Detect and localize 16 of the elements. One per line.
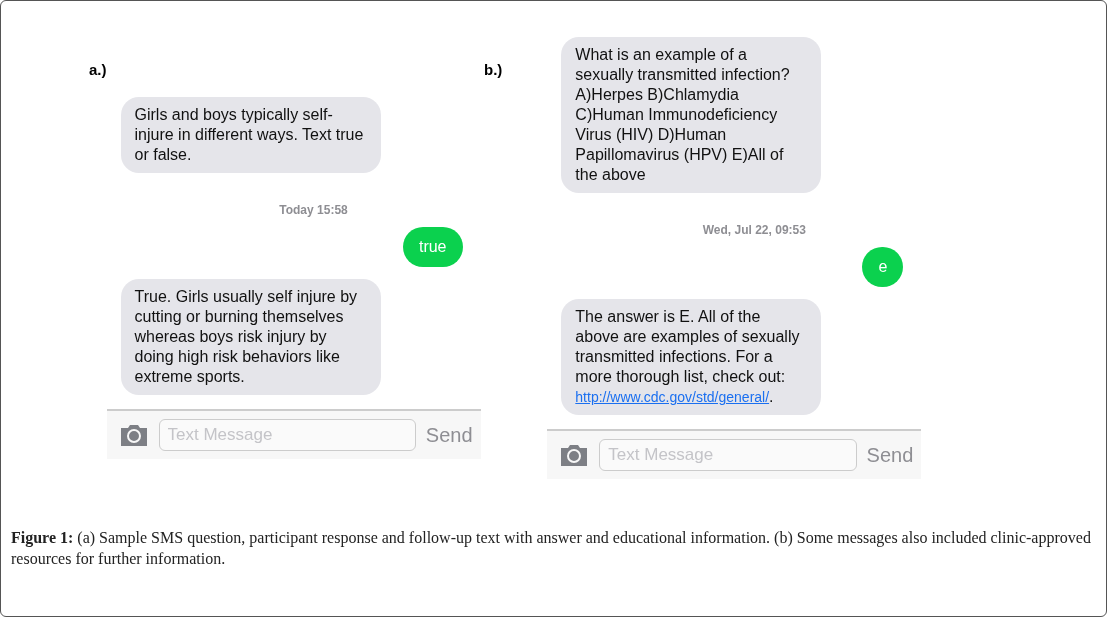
reply-bubble: true <box>402 227 463 267</box>
message-bubble: What is an example of a sexually transmitted infection?A)Herpes B)Chlamydia C)Human Immunodeficiency Virus (HIV) D)Human Papillomavirus (HPV) E)All of the above <box>561 37 822 193</box>
send-button[interactable]: Send <box>425 423 473 447</box>
panel-label: b.) <box>484 61 503 78</box>
timestamp: Today 15:58 <box>279 203 348 217</box>
panel-label: a.) <box>89 61 107 78</box>
camera-icon[interactable] <box>559 443 590 467</box>
message-bubble: The answer is E. All of the above are examples of sexually transmitted infections. For a more thorough list, check out: http://www.cdc.gov/std/general/. <box>561 299 822 415</box>
link[interactable]: http://www.cdc.gov/std/general/ <box>575 389 770 405</box>
send-button[interactable]: Send <box>866 443 914 467</box>
message-bubble: True. Girls usually self injure by cutting or burning themselves whereas boys risk injury by doing high risk behaviors like extreme sports. <box>120 279 381 395</box>
reply-bubble: e <box>862 247 904 287</box>
timestamp: Wed, Jul 22, 09:53 <box>702 223 806 237</box>
message-bubble: Girls and boys typically self-injure in different ways. Text true or false. <box>120 97 381 173</box>
figure-caption: Figure 1: (a) Sample SMS question, participant response and follow-up text with answer and educational information. (b) Some messages also included clinic-approved resources for further information. <box>10 528 1092 569</box>
camera-icon[interactable] <box>118 423 149 447</box>
